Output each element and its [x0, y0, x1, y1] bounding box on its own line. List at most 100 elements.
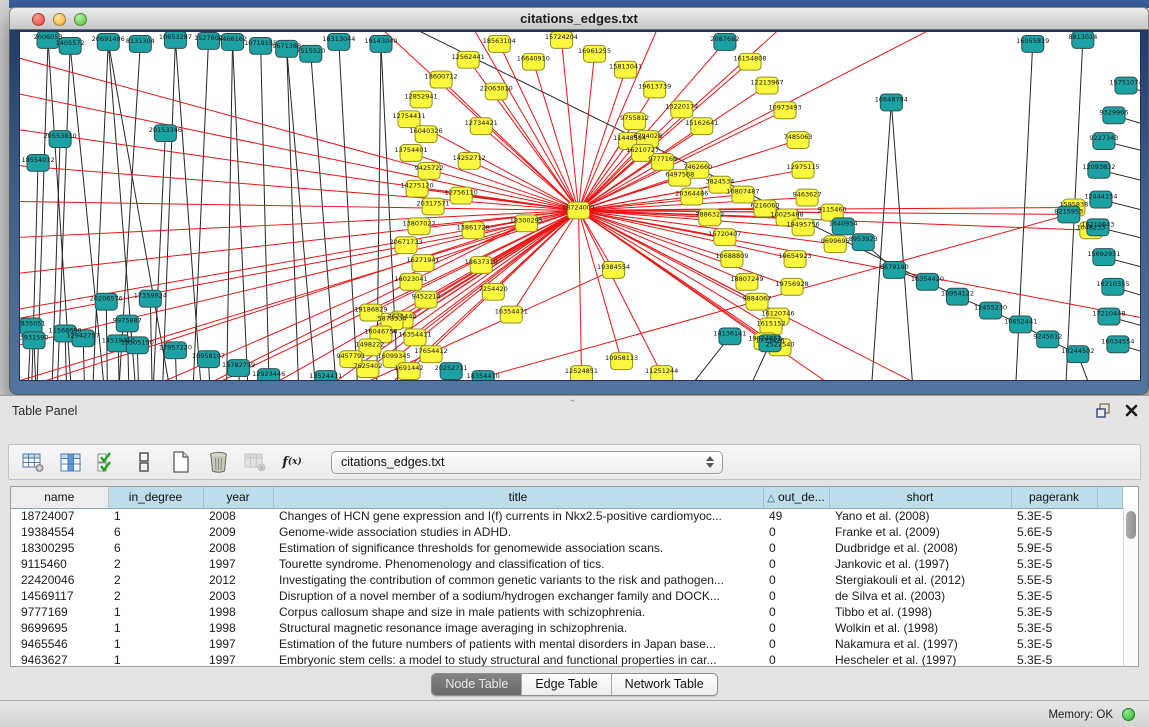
- table-cell[interactable]: 2: [108, 556, 203, 572]
- table-row[interactable]: 1456911722003Disruption of a novel membe…: [11, 588, 1123, 604]
- table-cell[interactable]: 0: [763, 540, 829, 556]
- table-cell[interactable]: 9463627: [11, 652, 108, 667]
- table-cell[interactable]: 18300295: [11, 540, 108, 556]
- table-cell[interactable]: Dudbridge et al. (2008): [829, 540, 1011, 556]
- table-cell[interactable]: 0: [763, 636, 829, 652]
- table-cell[interactable]: 0: [763, 620, 829, 636]
- table-cell[interactable]: Yano et al. (2008): [829, 508, 1011, 524]
- tab-node-table[interactable]: Node Table: [432, 674, 522, 695]
- table-scrollbar[interactable]: [1123, 508, 1138, 666]
- column-header-out-degree[interactable]: △out_de...: [763, 487, 829, 508]
- table-cell[interactable]: 19384554: [11, 524, 108, 540]
- table-cell[interactable]: 0: [763, 572, 829, 588]
- table-cell[interactable]: 0: [763, 604, 829, 620]
- zoom-window-button[interactable]: [74, 13, 87, 26]
- column-header-pagerank[interactable]: pagerank: [1011, 487, 1097, 508]
- table-row[interactable]: 977716911998Corpus callosum shape and si…: [11, 604, 1123, 620]
- column-header-in-degree[interactable]: in_degree: [108, 487, 203, 508]
- close-window-button[interactable]: [32, 13, 45, 26]
- table-cell[interactable]: Genome-wide association studies in ADHD.: [273, 524, 763, 540]
- table-selector-dropdown[interactable]: citations_edges.txt: [331, 451, 723, 474]
- table-cell[interactable]: Tibbo et al. (1998): [829, 604, 1011, 620]
- table-cell[interactable]: 0: [763, 556, 829, 572]
- table-cell[interactable]: Estimation of significance thresholds fo…: [273, 540, 763, 556]
- table-cell[interactable]: 9115460: [11, 556, 108, 572]
- table-cell[interactable]: 1: [108, 636, 203, 652]
- column-header-title[interactable]: title: [273, 487, 763, 508]
- table-cell[interactable]: 6: [108, 540, 203, 556]
- table-cell[interactable]: 9699695: [11, 620, 108, 636]
- table-row[interactable]: 946362711997Embryonic stem cells: a mode…: [11, 652, 1123, 667]
- table-cell[interactable]: 2: [108, 588, 203, 604]
- table-cell[interactable]: 9465546: [11, 636, 108, 652]
- close-panel-icon[interactable]: [1123, 402, 1139, 418]
- column-header-year[interactable]: year: [203, 487, 273, 508]
- edit-values-icon[interactable]: [93, 448, 121, 476]
- table-cell[interactable]: 5.6E-5: [1011, 524, 1097, 540]
- table-cell[interactable]: 2008: [203, 508, 273, 524]
- table-cell[interactable]: Estimation of the future numbers of pati…: [273, 636, 763, 652]
- table-cell[interactable]: 5.3E-5: [1011, 604, 1097, 620]
- column-header-short[interactable]: short: [829, 487, 1011, 508]
- table-cell[interactable]: 5.3E-5: [1011, 508, 1097, 524]
- table-cell[interactable]: 6: [108, 524, 203, 540]
- table-row[interactable]: 969969511998Structural magnetic resonanc…: [11, 620, 1123, 636]
- table-cell[interactable]: Structural magnetic resonance image aver…: [273, 620, 763, 636]
- table-row[interactable]: 1872400712008Changes of HCN gene express…: [11, 508, 1123, 524]
- table-cell[interactable]: 2003: [203, 588, 273, 604]
- delete-table-icon[interactable]: [204, 448, 232, 476]
- row-height-icon[interactable]: [130, 448, 158, 476]
- table-cell[interactable]: 5.3E-5: [1011, 620, 1097, 636]
- network-view[interactable]: 1872400718300295193845541144858497558126…: [19, 31, 1141, 381]
- table-cell[interactable]: 1: [108, 652, 203, 667]
- table-cell[interactable]: 9777169: [11, 604, 108, 620]
- table-cell[interactable]: Jankovic et al. (1997): [829, 556, 1011, 572]
- table-cell[interactable]: 0: [763, 588, 829, 604]
- show-columns-icon[interactable]: [56, 448, 84, 476]
- table-cell[interactable]: 1: [108, 508, 203, 524]
- table-cell[interactable]: Disruption of a novel member of a sodium…: [273, 588, 763, 604]
- table-cell[interactable]: 1: [108, 604, 203, 620]
- table-options-icon[interactable]: [19, 448, 47, 476]
- window-titlebar[interactable]: citations_edges.txt: [9, 7, 1149, 30]
- table-row[interactable]: 1830029562008Estimation of significance …: [11, 540, 1123, 556]
- table-cell[interactable]: Stergiakouli et al. (2012): [829, 572, 1011, 588]
- tab-network-table[interactable]: Network Table: [612, 674, 717, 695]
- create-table-icon[interactable]: [167, 448, 195, 476]
- table-cell[interactable]: Corpus callosum shape and size in male p…: [273, 604, 763, 620]
- table-cell[interactable]: Embryonic stem cells: a model to study s…: [273, 652, 763, 667]
- table-cell[interactable]: 22420046: [11, 572, 108, 588]
- table-cell[interactable]: 0: [763, 652, 829, 667]
- table-cell[interactable]: 5.3E-5: [1011, 636, 1097, 652]
- table-cell[interactable]: Franke et al. (2009): [829, 524, 1011, 540]
- table-row[interactable]: 1938455462009Genome-wide association stu…: [11, 524, 1123, 540]
- tab-edge-table[interactable]: Edge Table: [522, 674, 611, 695]
- float-panel-icon[interactable]: [1095, 402, 1111, 418]
- table-cell[interactable]: 1: [108, 620, 203, 636]
- memory-ok-indicator[interactable]: [1122, 708, 1135, 721]
- table-cell[interactable]: 2008: [203, 540, 273, 556]
- table-cell[interactable]: 1997: [203, 636, 273, 652]
- table-cell[interactable]: 1998: [203, 620, 273, 636]
- table-cell[interactable]: 1998: [203, 604, 273, 620]
- citation-network-graph[interactable]: 1872400718300295193845541144858497558126…: [20, 32, 1140, 380]
- table-cell[interactable]: 5.9E-5: [1011, 540, 1097, 556]
- table-cell[interactable]: 49: [763, 508, 829, 524]
- table-row[interactable]: 911546021997Tourette syndrome. Phenomeno…: [11, 556, 1123, 572]
- table-cell[interactable]: 5.3E-5: [1011, 652, 1097, 667]
- table-cell[interactable]: Nakamura et al. (1997): [829, 636, 1011, 652]
- table-cell[interactable]: 1997: [203, 652, 273, 667]
- minimize-window-button[interactable]: [53, 13, 66, 26]
- table-cell[interactable]: 0: [763, 524, 829, 540]
- table-cell[interactable]: 2009: [203, 524, 273, 540]
- table-cell[interactable]: 5.3E-5: [1011, 588, 1097, 604]
- table-cell[interactable]: Tourette syndrome. Phenomenology and cla…: [273, 556, 763, 572]
- table-cell[interactable]: 14569117: [11, 588, 108, 604]
- table-cell[interactable]: 1997: [203, 556, 273, 572]
- table-cell[interactable]: 2: [108, 572, 203, 588]
- function-builder-icon[interactable]: f(x): [278, 448, 306, 476]
- panel-resize-handle-icon[interactable]: ⌁: [570, 398, 580, 403]
- column-header-name[interactable]: name: [11, 487, 108, 508]
- table-cell[interactable]: 18724007: [11, 508, 108, 524]
- table-cell[interactable]: 2012: [203, 572, 273, 588]
